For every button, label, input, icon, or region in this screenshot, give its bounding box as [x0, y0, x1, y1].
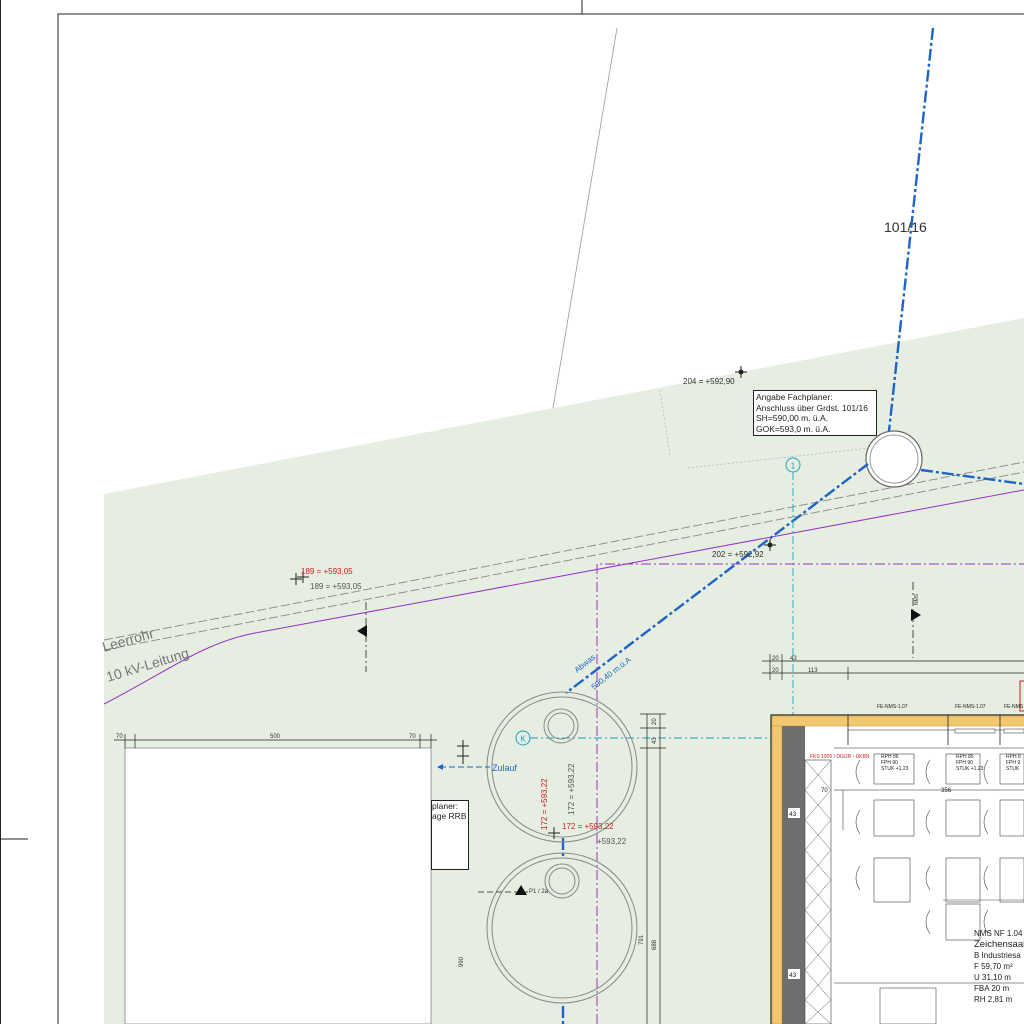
- room-code: NMS NF 1.04: [974, 929, 1023, 938]
- svg-text:688: 688: [652, 939, 658, 950]
- room-info-line: F 59,70 m²: [974, 962, 1013, 971]
- parcel-boundary: [552, 27, 618, 409]
- building-red-tag: FKS 1905 / DGUR - ÜKBN: [810, 753, 870, 760]
- svg-text:20: 20: [772, 668, 779, 674]
- tank-elevation-red-vertical: 172 = +593,22: [540, 778, 549, 830]
- svg-text:70: 70: [821, 788, 828, 794]
- svg-text:43: 43: [790, 656, 797, 662]
- svg-text:NMS: NMS: [914, 593, 920, 605]
- svg-text:990: 990: [459, 956, 465, 967]
- svg-text:P1 / 2a: P1 / 2a: [529, 889, 549, 895]
- svg-text:791: 791: [639, 934, 645, 945]
- svg-text:STUK +1.23: STUK +1.23: [956, 766, 984, 772]
- zulauf-label: Zulauf: [492, 763, 518, 773]
- parcel-label: 101/16: [884, 219, 927, 235]
- svg-text:70: 70: [116, 734, 123, 740]
- building-tag-2: FE-NMS-1.07: [955, 704, 986, 710]
- svg-text:500: 500: [270, 734, 281, 740]
- building-tag-3: FE-NMS: [1004, 704, 1024, 710]
- svg-text:20: 20: [772, 656, 779, 662]
- svg-text:STUK +1.23: STUK +1.23: [881, 766, 909, 772]
- note-line: SH=590,00 m. ü.A.: [756, 413, 829, 423]
- site-plan-drawing: Leerrohr 10 kV-Leitung 101/16 Abwas 590,…: [0, 0, 1024, 1024]
- svg-text:70: 70: [409, 734, 416, 740]
- engineer-note-box: Angabe Fachplaner: Anschluss über Grdst.…: [753, 390, 877, 436]
- svg-text:43: 43: [652, 737, 658, 744]
- elevation-top: 204 = +592,90: [683, 377, 735, 386]
- room-title: Zeichensaal: [974, 939, 1024, 950]
- svg-text:356: 356: [941, 788, 952, 794]
- side-note-line: planer:: [432, 801, 458, 811]
- building-tag-1: FE-NMS-1.07: [877, 704, 908, 710]
- svg-text:113: 113: [808, 668, 818, 674]
- elevation-left-grey: 189 = +593,05: [310, 582, 362, 591]
- svg-text:K: K: [520, 735, 526, 744]
- tank-elevation-grey: +593,22: [597, 837, 627, 846]
- white-area-box: [124, 747, 432, 1024]
- svg-text:20: 20: [652, 718, 658, 725]
- side-note-line: age RRB: [432, 811, 467, 821]
- elevation-mid: 202 = +592,92: [712, 550, 764, 559]
- room-info-block: NMS NF 1.04 Zeichensaal B Industriesa F …: [974, 928, 1024, 1005]
- note-line: Anschluss über Grdst. 101/16: [756, 402, 868, 413]
- room-info-line: RH 2,81 m: [974, 995, 1013, 1004]
- svg-text:STUK: STUK: [1006, 766, 1020, 772]
- elevation-left-red: 189 = +593,05: [301, 567, 353, 576]
- note-line: Angabe Fachplaner:: [756, 392, 833, 402]
- side-note-box: planer: age RRB: [431, 800, 469, 870]
- svg-text:1: 1: [791, 462, 796, 471]
- note-line: GOK=593,0 m. ü.A.: [756, 423, 831, 434]
- room-info-line: U 31,10 m: [974, 973, 1011, 982]
- svg-text:43: 43: [789, 972, 797, 979]
- room-info-line: FBA 20 m: [974, 984, 1010, 993]
- tank-elevation-grey-vertical: 172 = +593,22: [567, 763, 576, 815]
- tank-elevation-red: 172 = +593,22: [562, 822, 614, 831]
- svg-text:43: 43: [789, 811, 797, 818]
- room-info-line: B Industriesa: [974, 951, 1021, 960]
